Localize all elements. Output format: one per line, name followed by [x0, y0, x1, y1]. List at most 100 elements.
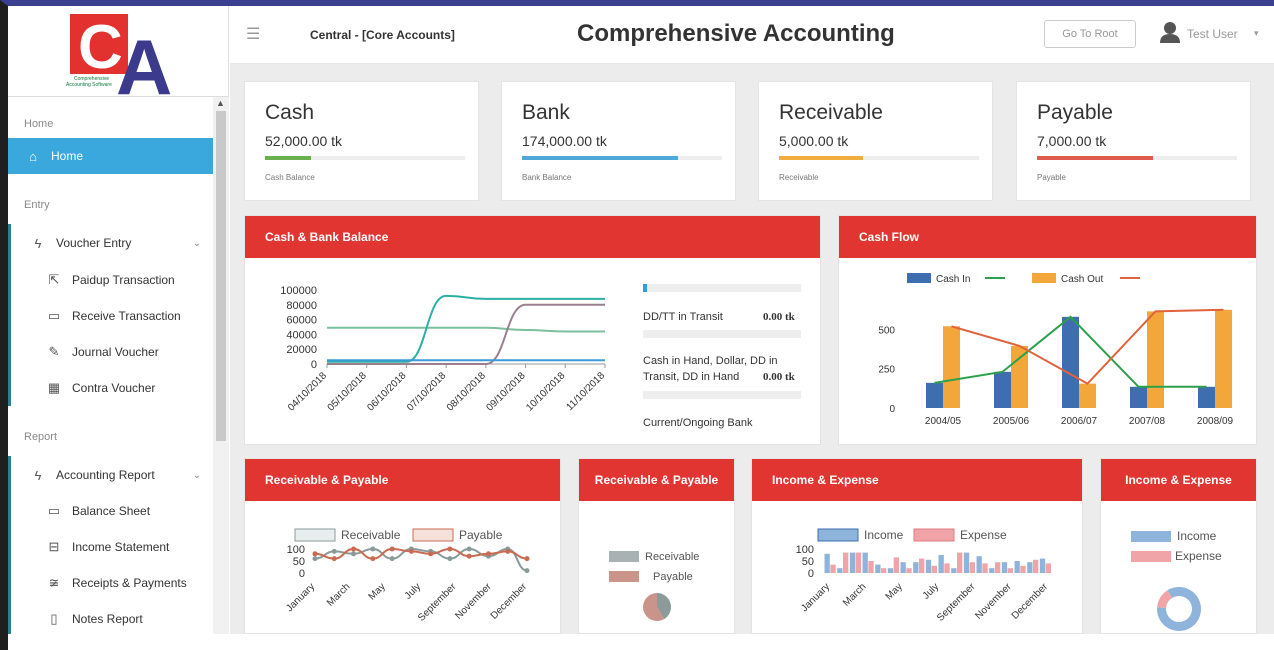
card-progress-fill [779, 156, 863, 160]
legend-label: Expense [960, 528, 1007, 542]
company-logo[interactable]: C A Comprehensive Accounting Software [8, 6, 229, 111]
card-title: Cash [265, 101, 315, 124]
bar [931, 565, 937, 573]
receivable-payable-pie-chart[interactable]: Receivable Payable [579, 501, 736, 635]
avatar[interactable] [1160, 21, 1180, 48]
data-point [524, 568, 530, 574]
summary-card-bank[interactable]: Bank 174,000.00 tk Bank Balance [501, 81, 736, 201]
card-label: Cash Balance [265, 173, 315, 182]
bar [1020, 565, 1026, 573]
card-progress [1037, 156, 1237, 160]
comment-icon: ▭ [47, 308, 61, 323]
y-tick-label: 50 [293, 556, 305, 568]
dd-progress-fill [643, 284, 647, 292]
hamburger-menu-icon[interactable]: ☰ [246, 24, 260, 44]
bar [837, 568, 843, 573]
x-tick-label: 04/10/2018 [286, 370, 329, 413]
x-tick-label: 2008/09 [1197, 416, 1234, 427]
app-window: C A Comprehensive Accounting Software Ho… [0, 0, 1274, 650]
cash-flow-chart[interactable]: Cash In Cash Out 500 250 0 2004/05 2005/06 2006… [839, 258, 1258, 444]
data-point [351, 551, 357, 557]
y-tick-label: 100000 [280, 285, 317, 297]
series-line [327, 326, 605, 333]
summary-card-receivable[interactable]: Receivable 5,000.00 tk Receivable [758, 81, 993, 201]
x-tick-label: December [1010, 581, 1051, 622]
card-label: Receivable [779, 173, 819, 182]
sidebar-item-voucher-entry[interactable]: ϟ Voucher Entry ⌄ [8, 225, 213, 261]
dashboard-content: Cash 52,000.00 tk Cash Balance Bank 174,… [230, 64, 1274, 634]
user-icon [1160, 22, 1180, 43]
legend-swatch [817, 528, 859, 542]
sidebar-item-paidup[interactable]: ⇱ Paidup Transaction [8, 262, 213, 298]
card-label: Bank Balance [522, 173, 572, 182]
summary-card-cash[interactable]: Cash 52,000.00 tk Cash Balance [244, 81, 479, 201]
sidebar-item-notes-report[interactable]: ▯ Notes Report [8, 601, 213, 637]
panel-header: Receivable & Payable [579, 459, 734, 501]
sidebar-item-journal[interactable]: ✎ Journal Voucher [8, 334, 213, 370]
scrollbar-thumb[interactable] [216, 111, 226, 441]
cash-hand-value: 0.00 tk [763, 371, 795, 383]
sidebar-item-label: Receipts & Payments [72, 576, 187, 590]
sidebar-item-receipts-payments[interactable]: ≆ Receipts & Payments [8, 565, 213, 601]
bar [1027, 562, 1033, 573]
x-tick-label: May [367, 581, 388, 602]
legend-label: Receivable [645, 551, 699, 563]
top-header: ☰ Central - [Core Accounts] Comprehensiv… [230, 6, 1274, 64]
receivable-payable-line-chart[interactable]: Receivable Payable 100500January March May Ju… [245, 501, 562, 635]
sidebar-item-contra[interactable]: ▦ Contra Voucher [8, 370, 213, 406]
data-point [466, 546, 472, 552]
income-expense-bar-chart[interactable]: Income Expense 100500January March May JulySe… [752, 501, 1084, 635]
income-expense-donut-panel: Income & Expense Income Expense [1100, 458, 1257, 634]
legend-swatch [412, 528, 454, 542]
y-tick-label: 0 [311, 359, 317, 371]
y-tick-label: 100 [287, 544, 305, 556]
card-progress [522, 156, 722, 160]
dd-progress-track [643, 284, 801, 292]
income-expense-donut-chart[interactable]: Income Expense [1101, 501, 1258, 635]
sidebar-item-label: Home [51, 149, 84, 163]
bar [919, 558, 925, 573]
data-point [370, 556, 376, 562]
legend-swatch [1131, 531, 1171, 542]
sidebar: C A Comprehensive Accounting Software Ho… [8, 6, 229, 634]
income-expense-bar-panel: Income & Expense Income Expense 100 50 0 Janu… [751, 458, 1083, 634]
card-title: Bank [522, 101, 570, 124]
user-name[interactable]: Test User [1187, 27, 1238, 41]
breadcrumb[interactable]: Central - [Core Accounts] [310, 28, 455, 42]
x-tick-label: 2006/07 [1061, 416, 1098, 427]
section-home-title: Home [24, 118, 54, 130]
card-title: Receivable [779, 101, 883, 124]
cash-hand-progress-track [643, 330, 801, 338]
scroll-up-icon[interactable]: ▲ [216, 98, 225, 108]
panel-header: Income & Expense [752, 459, 1082, 501]
go-to-root-button[interactable]: Go To Root [1044, 20, 1136, 48]
sidebar-item-accounting-report[interactable]: ϟ Accounting Report ⌄ [8, 457, 213, 493]
current-bank-label: Current/Ongoing Bank [643, 417, 753, 429]
x-tick-label: December [489, 581, 530, 622]
calculator-icon: ▦ [47, 380, 61, 395]
bar [989, 568, 995, 573]
x-tick-label: 10/10/2018 [524, 370, 567, 413]
sidebar-item-balance-sheet[interactable]: ▭ Balance Sheet [8, 493, 213, 529]
summary-card-payable[interactable]: Payable 7,000.00 tk Payable [1016, 81, 1251, 201]
cash-bank-line-chart[interactable]: 100000 80000 60000 40000 20000 004/10/201805/… [245, 258, 635, 444]
bar [855, 552, 861, 573]
series-line [327, 303, 605, 365]
sidebar-item-receive[interactable]: ▭ Receive Transaction [8, 298, 213, 334]
bar [1011, 345, 1028, 408]
data-point [389, 556, 395, 562]
sidebar-item-label: Contra Voucher [72, 381, 156, 395]
data-point [447, 546, 453, 552]
legend-label: Cash In [936, 274, 970, 285]
sidebar-item-home[interactable]: ⌂ Home [8, 138, 213, 174]
receivable-payable-line-panel: Receivable & Payable Receivable Payable 10… [244, 458, 561, 634]
sidebar-item-label: Receive Transaction [72, 309, 181, 323]
user-caret-icon[interactable]: ▾ [1254, 28, 1259, 39]
sidebar-scrollbar[interactable]: ▲ [213, 97, 229, 634]
y-tick-label: 500 [878, 325, 895, 336]
x-tick-label: November [973, 581, 1014, 622]
bar [906, 568, 912, 573]
sidebar-item-income-statement[interactable]: ⊟ Income Statement [8, 529, 213, 565]
bar [881, 568, 887, 573]
sidebar-item-label: Balance Sheet [72, 504, 151, 518]
